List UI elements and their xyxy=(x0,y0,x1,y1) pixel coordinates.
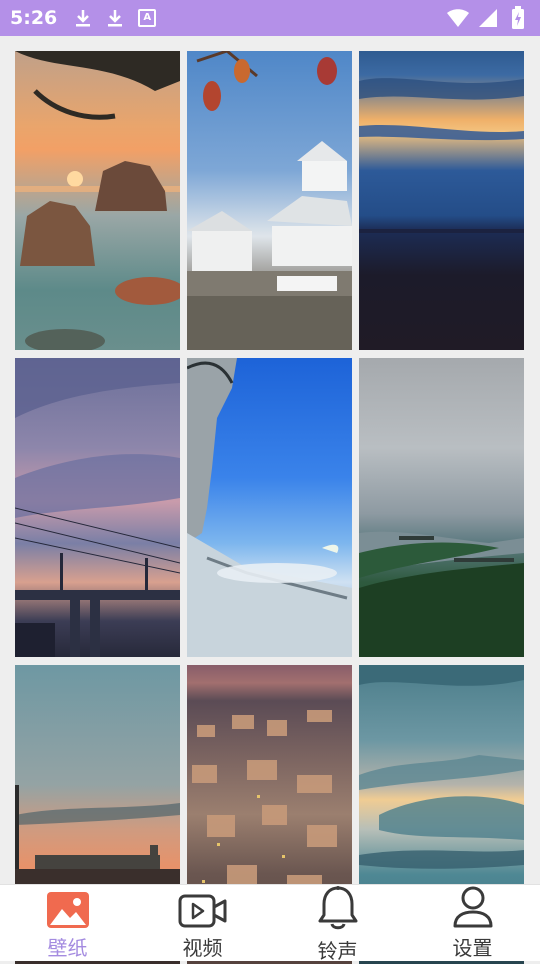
tab-label: 视频 xyxy=(182,936,223,960)
video-camera-icon xyxy=(135,885,270,928)
wallpaper-misty-river-valley[interactable] xyxy=(359,358,524,657)
tab-label: 壁纸 xyxy=(47,936,88,960)
battery-charging-icon xyxy=(506,6,530,30)
wallpaper-blue-dusk-horizon[interactable] xyxy=(359,51,524,350)
signal-icon xyxy=(476,6,500,30)
text-a-badge: A xyxy=(138,9,157,27)
person-icon xyxy=(405,885,540,928)
bell-icon xyxy=(270,885,405,931)
notification-icons: A xyxy=(71,6,159,30)
text-a-icon: A xyxy=(135,6,159,30)
download-icon xyxy=(71,6,95,30)
tab-label: 设置 xyxy=(452,936,493,960)
system-icons xyxy=(446,6,530,30)
tab-ringtone[interactable]: 铃声 xyxy=(270,885,405,963)
status-time: 5:26 xyxy=(10,7,58,29)
wallpaper-grid xyxy=(15,51,524,964)
image-icon xyxy=(0,885,135,928)
tab-settings[interactable]: 设置 xyxy=(405,885,540,961)
wallpaper-white-castle[interactable] xyxy=(187,51,352,350)
download-icon xyxy=(103,6,127,30)
wallpaper-coastal-sunset-rocks[interactable] xyxy=(15,51,180,350)
wifi-icon xyxy=(446,6,470,30)
wallpaper-anime-character-sky[interactable] xyxy=(187,358,352,657)
tab-wallpaper[interactable]: 壁纸 xyxy=(0,885,135,961)
tab-video[interactable]: 视频 xyxy=(135,885,270,961)
wallpaper-evening-bridge-clouds[interactable] xyxy=(15,358,180,657)
bottom-tab-bar: 壁纸 视频 铃声 设置 xyxy=(0,884,540,963)
status-bar: 5:26 A xyxy=(0,0,540,36)
